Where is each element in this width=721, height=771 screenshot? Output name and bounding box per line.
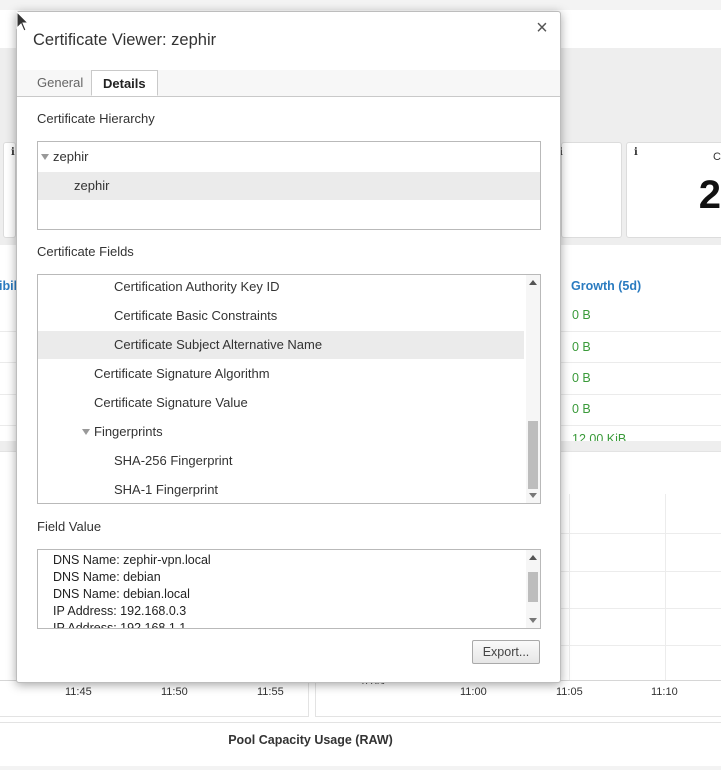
card-value: 2 (698, 173, 721, 217)
field-item-label: SHA-1 Fingerprint (114, 482, 219, 497)
certificate-viewer-dialog: Certificate Viewer: zephir × General Det… (16, 11, 561, 683)
fields-label: Certificate Fields (37, 244, 134, 259)
scrollbar-thumb[interactable] (528, 421, 538, 489)
column-header-growth[interactable]: Growth (5d) (571, 279, 641, 293)
field-value-scrollbar[interactable] (526, 550, 540, 628)
hierarchy-tree[interactable]: zephir zephir (37, 141, 541, 230)
mouse-cursor-icon (16, 11, 30, 32)
axis-tick-label: 11:10 (651, 686, 678, 698)
growth-value: 0 B (572, 402, 591, 416)
chart-gridline (561, 533, 721, 534)
column-header-partial[interactable]: ibil (0, 279, 17, 293)
section-title: Pool Capacity Usage (RAW) (228, 733, 393, 747)
field-value-line: DNS Name: debian.local (53, 587, 190, 601)
status-card-middle: i (559, 142, 622, 238)
hierarchy-label: Certificate Hierarchy (37, 111, 155, 126)
axis-tick-label: 11:00 (460, 686, 487, 698)
field-item-label: Fingerprints (94, 424, 163, 439)
scroll-up-arrow-icon[interactable] (529, 280, 537, 285)
field-item-label: Certificate Basic Constraints (114, 308, 278, 323)
clipped-text-line (53, 549, 213, 550)
pool-capacity-section: Pool Capacity Usage (RAW) (0, 722, 721, 771)
axis-tick-label: 11:45 (65, 686, 92, 698)
card-caption: C (713, 151, 721, 163)
field-item-selected[interactable]: Certificate Subject Alternative Name (38, 331, 524, 359)
field-item[interactable]: Certification Authority Key ID (38, 275, 540, 301)
tab-bar: General Details (17, 70, 560, 97)
dialog-title: Certificate Viewer: zephir (33, 31, 217, 49)
field-item[interactable]: SHA-256 Fingerprint (38, 447, 540, 475)
field-item[interactable]: Certificate Signature Algorithm (38, 360, 540, 388)
chart-gridline (561, 645, 721, 646)
expand-arrow-icon[interactable] (41, 153, 49, 160)
field-value-label: Field Value (37, 519, 102, 534)
chart-gridline (561, 571, 721, 572)
field-item[interactable]: Certificate Basic Constraints (38, 302, 540, 330)
axis-tick-label: 11:55 (257, 686, 284, 698)
field-item[interactable]: Certificate Signature Value (38, 389, 540, 417)
axis-tick-label: 11:50 (161, 686, 188, 698)
tree-item-child[interactable]: zephir (38, 172, 540, 200)
growth-value: 0 B (572, 308, 591, 322)
field-value-line: IP Address: 192.168.1.1 (53, 621, 187, 629)
scroll-down-arrow-icon[interactable] (529, 493, 537, 498)
chart-gridline (665, 494, 666, 680)
bottom-strip (0, 766, 721, 770)
field-item-label: Certificate Signature Value (94, 395, 248, 410)
scroll-down-arrow-icon[interactable] (529, 618, 537, 623)
fields-tree[interactable]: Certification Authority Key ID Certifica… (37, 274, 541, 504)
field-value-line: IP Address: 192.168.0.3 (53, 604, 187, 618)
fields-scrollbar[interactable] (526, 275, 540, 503)
tree-item-label: zephir (53, 149, 89, 164)
field-value-line: DNS Name: debian (53, 570, 161, 584)
expand-arrow-icon[interactable] (82, 428, 90, 435)
app-top-strip (0, 0, 721, 10)
tree-item-label: zephir (74, 178, 110, 193)
scroll-up-arrow-icon[interactable] (529, 555, 537, 560)
tab-general[interactable]: General (37, 70, 83, 96)
chart-gridline (569, 494, 570, 680)
status-card-left: i (3, 142, 16, 238)
growth-value: 12.00 KiB (572, 432, 627, 441)
axis-tick-label: 11:05 (556, 686, 583, 698)
chart-gridline (561, 608, 721, 609)
growth-value: 0 B (572, 340, 591, 354)
field-item-label: SHA-256 Fingerprint (114, 453, 233, 468)
close-icon[interactable]: × (533, 18, 551, 38)
field-item-group[interactable]: Fingerprints (38, 418, 540, 446)
status-card-right: i C 2 (626, 142, 721, 238)
scrollbar-thumb[interactable] (528, 572, 538, 602)
field-item-label: Certification Authority Key ID (114, 279, 280, 294)
field-item-label: Certificate Subject Alternative Name (114, 337, 323, 352)
field-item-label: Certificate Signature Algorithm (94, 366, 270, 381)
export-button[interactable]: Export... (472, 640, 540, 664)
tab-details[interactable]: Details (91, 70, 158, 96)
growth-value: 0 B (572, 371, 591, 385)
field-value-textarea[interactable]: DNS Name: zephir-vpn.local DNS Name: deb… (37, 549, 541, 629)
info-icon[interactable]: i (634, 147, 638, 158)
field-item[interactable]: SHA-1 Fingerprint (38, 476, 540, 503)
tree-item-root[interactable]: zephir (38, 143, 540, 171)
field-value-line: DNS Name: zephir-vpn.local (53, 553, 211, 567)
info-icon[interactable]: i (11, 147, 15, 158)
